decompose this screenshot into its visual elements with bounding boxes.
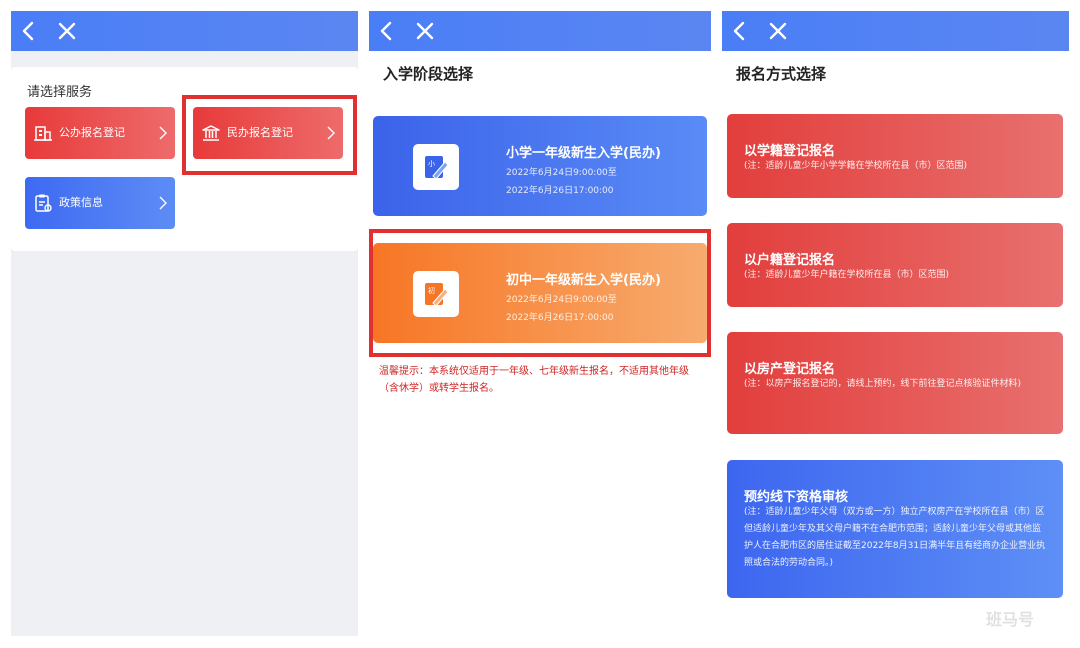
clipboard-icon <box>33 193 53 213</box>
student-status-method-card[interactable]: 以学籍登记报名 (注：适龄儿童少年小学学籍在学校所在县（市）区范围) <box>727 114 1063 198</box>
chevron-right-icon <box>157 123 169 143</box>
stage-icon-glyph: 初 <box>428 286 435 295</box>
method-note: (注：适龄儿童少年户籍在学校所在县（市）区范围) <box>744 270 950 280</box>
private-registration-label: 民办报名登记 <box>227 126 293 139</box>
method-title: 预约线下资格审核 <box>744 490 849 505</box>
stage-start-time: 2022年6月24日9:00:00至 <box>506 168 617 178</box>
stage-end-time: 2022年6月26日17:00:00 <box>506 186 614 196</box>
method-note: (注：以房产报名登记的，请线上预约，线下前往登记点核验证件材料) <box>744 379 1022 389</box>
top-nav-bar <box>369 11 711 51</box>
page-title: 入学阶段选择 <box>383 65 474 83</box>
chevron-right-icon <box>157 193 169 213</box>
stage-panel: 入学阶段选择 小 小学一年级新生入学(民办) 2022年6月24日9:00:00… <box>369 11 711 636</box>
chevron-left-icon[interactable] <box>17 19 41 43</box>
service-prompt: 请选择服务 <box>27 85 93 100</box>
method-note: (注：适龄儿童少年小学学籍在学校所在县（市）区范围) <box>744 161 968 171</box>
household-register-method-card[interactable]: 以户籍登记报名 (注：适龄儿童少年户籍在学校所在县（市）区范围) <box>727 223 1063 307</box>
top-nav-bar <box>11 11 358 51</box>
method-title: 以房产登记报名 <box>744 362 836 377</box>
public-registration-label: 公办报名登记 <box>59 126 125 139</box>
private-registration-button[interactable]: 民办报名登记 <box>193 107 343 159</box>
stage-end-time: 2022年6月26日17:00:00 <box>506 313 614 323</box>
stage-icon-glyph: 小 <box>428 159 435 168</box>
pencil-book-icon: 小 <box>413 144 459 190</box>
offline-review-method-card[interactable]: 预约线下资格审核 (注：适龄儿童少年父母（双方或一方）独立产权房产在学校所在县（… <box>727 460 1063 598</box>
chevron-right-icon <box>325 123 337 143</box>
stage-title: 小学一年级新生入学(民办) <box>506 146 661 161</box>
method-note: (注：适龄儿童少年父母（双方或一方）独立产权房产在学校所在县（市）区但适龄儿童少… <box>744 507 1046 568</box>
policy-info-label: 政策信息 <box>59 196 103 209</box>
page-title: 报名方式选择 <box>736 65 827 83</box>
building-icon <box>33 123 53 143</box>
method-title: 以学籍登记报名 <box>744 144 836 159</box>
policy-info-button[interactable]: 政策信息 <box>25 177 175 229</box>
service-panel: 请选择服务 公办报名登记 民办报名登记 政策信息 <box>11 11 358 636</box>
method-title: 以户籍登记报名 <box>744 253 836 268</box>
close-icon[interactable] <box>766 19 790 43</box>
stage-title: 初中一年级新生入学(民办) <box>506 273 661 288</box>
close-icon[interactable] <box>413 19 437 43</box>
property-method-card[interactable]: 以房产登记报名 (注：以房产报名登记的，请线上预约，线下前往登记点核验证件材料) <box>727 332 1063 434</box>
method-panel: 报名方式选择 以学籍登记报名 (注：适龄儿童少年小学学籍在学校所在县（市）区范围… <box>722 11 1069 636</box>
junior-high-stage-card[interactable]: 初 初中一年级新生入学(民办) 2022年6月24日9:00:00至 2022年… <box>373 243 707 343</box>
watermark: 班马号 <box>986 610 1035 629</box>
chevron-left-icon[interactable] <box>728 19 752 43</box>
primary-school-stage-card[interactable]: 小 小学一年级新生入学(民办) 2022年6月24日9:00:00至 2022年… <box>373 116 707 216</box>
chevron-left-icon[interactable] <box>375 19 399 43</box>
close-icon[interactable] <box>55 19 79 43</box>
public-registration-button[interactable]: 公办报名登记 <box>25 107 175 159</box>
top-nav-bar <box>722 11 1069 51</box>
stage-start-time: 2022年6月24日9:00:00至 <box>506 295 617 305</box>
pencil-book-icon: 初 <box>413 271 459 317</box>
warm-notice: 温馨提示：本系统仅适用于一年级、七年级新生报名，不适用其他年级（含休学）或转学生… <box>379 366 689 394</box>
bank-icon <box>201 123 221 143</box>
